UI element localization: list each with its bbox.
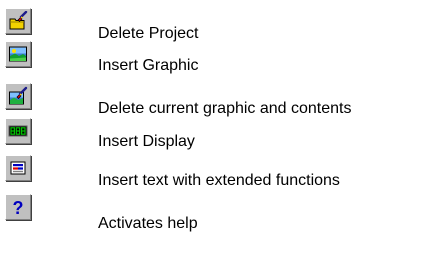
- legend-row-insert-graphic: Insert Graphic: [0, 41, 435, 75]
- legend-row-delete-project: Delete Project: [0, 8, 435, 42]
- legend-label-insert-display: Insert Display: [98, 133, 195, 150]
- legend-label-help: Activates help: [98, 215, 198, 232]
- legend-label-insert-text: Insert text with extended functions: [98, 172, 340, 189]
- help-icon[interactable]: ?: [5, 194, 31, 220]
- delete-project-icon[interactable]: [5, 8, 31, 34]
- legend-row-insert-display: Insert Display: [0, 118, 435, 152]
- legend-row-help: ? Activates help: [0, 194, 435, 232]
- delete-graphic-icon[interactable]: [5, 83, 31, 109]
- legend-label-insert-graphic: Insert Graphic: [98, 57, 199, 74]
- svg-text:?: ?: [13, 198, 24, 217]
- toolbar-icon-legend: Delete Project Insert Graphic Delete cur…: [0, 0, 435, 259]
- insert-text-icon[interactable]: [5, 155, 31, 181]
- legend-row-insert-text: Insert text with extended functions: [0, 155, 435, 189]
- legend-row-delete-graphic: Delete current graphic and contents: [0, 83, 435, 117]
- legend-label-delete-graphic: Delete current graphic and contents: [98, 100, 352, 117]
- insert-display-icon[interactable]: [5, 118, 31, 144]
- insert-graphic-icon[interactable]: [5, 41, 31, 67]
